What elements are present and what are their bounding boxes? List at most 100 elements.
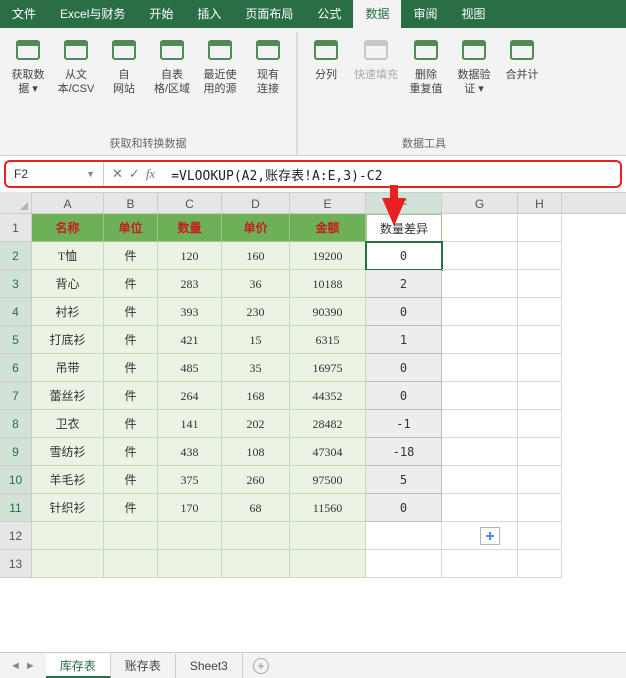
row-header[interactable]: 1 [0, 214, 32, 242]
table-header-cell[interactable]: 金额 [290, 214, 366, 242]
cell[interactable]: 2 [366, 270, 442, 298]
menu-item[interactable]: Excel与财务 [48, 0, 137, 28]
cell[interactable]: 160 [222, 242, 290, 270]
cell[interactable]: 吊带 [32, 354, 104, 382]
add-sheet-button[interactable]: + [243, 658, 279, 674]
cell[interactable]: 5 [366, 466, 442, 494]
row-header[interactable]: 11 [0, 494, 32, 522]
row-header[interactable]: 5 [0, 326, 32, 354]
cell[interactable]: 97500 [290, 466, 366, 494]
cancel-icon[interactable]: ✕ [112, 166, 123, 182]
cell[interactable] [518, 438, 562, 466]
cell[interactable]: 283 [158, 270, 222, 298]
cell[interactable]: 47304 [290, 438, 366, 466]
row-header[interactable]: 4 [0, 298, 32, 326]
cell[interactable]: -18 [366, 438, 442, 466]
cell[interactable]: 雪纺衫 [32, 438, 104, 466]
confirm-icon[interactable]: ✓ [129, 166, 140, 182]
cell[interactable]: 168 [222, 382, 290, 410]
ribbon-button[interactable]: 删除 重复值 [404, 32, 448, 99]
cell[interactable] [442, 326, 518, 354]
cell[interactable]: 背心 [32, 270, 104, 298]
cell[interactable]: 35 [222, 354, 290, 382]
row-header[interactable]: 12 [0, 522, 32, 550]
menu-item[interactable]: 页面布局 [233, 0, 305, 28]
cell[interactable]: 件 [104, 410, 158, 438]
cell[interactable] [104, 550, 158, 578]
row-header[interactable]: 10 [0, 466, 32, 494]
autofill-options-icon[interactable] [480, 527, 500, 545]
sheet-tab[interactable]: 账存表 [111, 654, 176, 678]
cell[interactable]: 6315 [290, 326, 366, 354]
cell[interactable]: 120 [158, 242, 222, 270]
cell[interactable]: 19200 [290, 242, 366, 270]
cell[interactable] [442, 410, 518, 438]
cell[interactable]: 0 [366, 354, 442, 382]
cell[interactable]: 10188 [290, 270, 366, 298]
cell[interactable] [442, 466, 518, 494]
menu-item[interactable]: 开始 [137, 0, 185, 28]
cell[interactable] [518, 522, 562, 550]
row-header[interactable]: 9 [0, 438, 32, 466]
column-header[interactable]: B [104, 193, 158, 213]
ribbon-button[interactable]: 自表 格/区域 [150, 32, 194, 99]
table-header-cell[interactable]: 名称 [32, 214, 104, 242]
row-header[interactable]: 13 [0, 550, 32, 578]
cell[interactable]: 0 [366, 494, 442, 522]
row-header[interactable]: 7 [0, 382, 32, 410]
cell[interactable]: 264 [158, 382, 222, 410]
cell[interactable] [518, 270, 562, 298]
cell[interactable]: 件 [104, 354, 158, 382]
cell[interactable] [518, 466, 562, 494]
row-header[interactable]: 2 [0, 242, 32, 270]
menu-item[interactable]: 插入 [185, 0, 233, 28]
name-box[interactable]: F2▼ [6, 162, 104, 186]
cell[interactable]: 件 [104, 326, 158, 354]
row-header[interactable]: 6 [0, 354, 32, 382]
cell[interactable]: 打底衫 [32, 326, 104, 354]
cell[interactable]: 蕾丝衫 [32, 382, 104, 410]
tab-nav-first-icon[interactable]: ◄ [10, 660, 21, 672]
cell[interactable]: 1 [366, 326, 442, 354]
cell[interactable]: 11560 [290, 494, 366, 522]
cell[interactable]: 件 [104, 438, 158, 466]
cell[interactable] [158, 522, 222, 550]
cell[interactable]: 件 [104, 382, 158, 410]
cell[interactable] [442, 214, 518, 242]
cell[interactable]: 件 [104, 494, 158, 522]
cell[interactable]: 170 [158, 494, 222, 522]
sheet-tab[interactable]: 库存表 [46, 654, 111, 678]
cell[interactable]: 件 [104, 270, 158, 298]
cell[interactable]: 202 [222, 410, 290, 438]
cell[interactable]: 90390 [290, 298, 366, 326]
select-all-corner[interactable] [0, 192, 32, 214]
column-header[interactable]: C [158, 193, 222, 213]
sheet-tab[interactable]: Sheet3 [176, 654, 243, 678]
column-header[interactable]: G [442, 193, 518, 213]
cell[interactable]: 0 [366, 242, 442, 270]
cell[interactable]: 375 [158, 466, 222, 494]
cell[interactable]: 438 [158, 438, 222, 466]
menu-item[interactable]: 视图 [449, 0, 497, 28]
cell[interactable] [158, 550, 222, 578]
cell[interactable]: 0 [366, 382, 442, 410]
cell[interactable] [518, 550, 562, 578]
menu-item[interactable]: 审阅 [401, 0, 449, 28]
ribbon-button[interactable]: 现有 连接 [246, 32, 290, 99]
cell[interactable] [32, 550, 104, 578]
cell[interactable] [366, 550, 442, 578]
cell[interactable]: -1 [366, 410, 442, 438]
cell[interactable]: 28482 [290, 410, 366, 438]
cell[interactable]: 421 [158, 326, 222, 354]
ribbon-button[interactable]: 自 网站 [102, 32, 146, 99]
cell[interactable]: T恤 [32, 242, 104, 270]
ribbon-button[interactable]: 最近使 用的源 [198, 32, 242, 99]
column-header[interactable]: D [222, 193, 290, 213]
cell[interactable]: 393 [158, 298, 222, 326]
cell[interactable] [442, 270, 518, 298]
ribbon-button[interactable]: 数据验 证 ▾ [452, 32, 496, 99]
name-box-dropdown-icon[interactable]: ▼ [86, 169, 95, 179]
cell[interactable] [442, 242, 518, 270]
cell[interactable] [32, 522, 104, 550]
cell[interactable] [442, 382, 518, 410]
